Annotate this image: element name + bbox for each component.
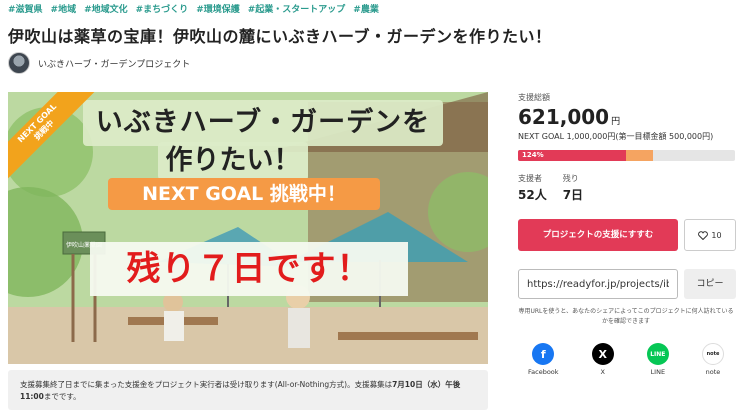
sns-label: X (600, 368, 605, 376)
funding-amount: 621,000 円 (518, 105, 736, 129)
favorite-count: 10 (711, 230, 722, 240)
progress-fill-next (625, 150, 653, 161)
tag-link[interactable]: #農業 (353, 2, 379, 15)
support-button[interactable]: プロジェクトの支援にすすむ (518, 219, 678, 251)
share-note[interactable]: note note (701, 343, 724, 376)
tag-link[interactable]: #滋賀県 (8, 2, 43, 15)
tag-link[interactable]: #環境保護 (196, 2, 240, 15)
stat-value: 52人 (518, 188, 547, 202)
funding-notice: 支援募集終了日までに集まった支援金をプロジェクト実行者は受け取ります(All-o… (8, 370, 488, 410)
heart-icon (698, 230, 709, 240)
avatar[interactable] (8, 52, 30, 74)
tag-link[interactable]: #まちづくり (136, 2, 189, 15)
sns-label: LINE (650, 368, 666, 376)
share-url-input[interactable] (518, 269, 678, 299)
tag-list: #滋賀県 #地域 #地域文化 #まちづくり #環境保護 #起業・スタートアップ … (8, 2, 379, 15)
hero-headline: いぶきハーブ・ガーデンを (83, 100, 443, 146)
amount-unit: 円 (611, 117, 621, 127)
ribbon-text: NEXT GOAL 挑戦中 (8, 92, 97, 182)
notice-text-end: までです。 (43, 392, 81, 401)
goal-text: NEXT GOAL 1,000,000円(第一目標金額 500,000円) (518, 132, 714, 141)
note-icon: note (701, 343, 724, 365)
sns-share: f Facebook X X LINE LINE note note (518, 343, 724, 376)
share-x[interactable]: X X (591, 343, 614, 376)
project-title: 伊吹山は薬草の宝庫！伊吹山の麓にいぶきハーブ・ガーデンを作りたい！ (8, 27, 552, 46)
stat-supporters: 支援者 52人 (518, 173, 547, 203)
share-row: コピー (518, 269, 736, 299)
share-facebook[interactable]: f Facebook (528, 343, 559, 376)
share-line[interactable]: LINE LINE (646, 343, 669, 376)
tag-link[interactable]: #起業・スタートアップ (248, 2, 346, 15)
stat-label: 支援者 (518, 174, 542, 183)
line-icon: LINE (646, 343, 669, 365)
hero-image: 伊吹山薬草園 いぶきハーブ・ガーデンを 作りたい！ NEXT GOAL 挑戦中！… (8, 92, 488, 364)
share-note: 専用URLを使うと、あなたのシェアによってこのプロジェクトに何人訪れているかを確… (518, 308, 734, 325)
progress-bar: 124% (518, 150, 735, 161)
stats: 支援者 52人 残り 7日 (518, 173, 736, 203)
copy-button[interactable]: コピー (684, 269, 736, 299)
hero-days-left: 残り７日です！ (90, 242, 408, 296)
stat-value: 7日 (562, 188, 584, 202)
sns-label: note (705, 368, 721, 376)
hero-headline-2: 作りたい！ (158, 142, 308, 180)
owner-name[interactable]: いぶきハーブ・ガーデンプロジェクト (38, 57, 190, 70)
funding-panel: 支援総額 621,000 円 NEXT GOAL 1,000,000円(第一目標金… (518, 92, 736, 376)
facebook-icon: f (532, 343, 555, 365)
progress-percent: 124% (522, 151, 544, 159)
x-icon: X (591, 343, 614, 365)
action-row: プロジェクトの支援にすすむ 10 (518, 219, 736, 251)
hero-next-goal: NEXT GOAL 挑戦中！ (108, 178, 380, 210)
stat-remaining: 残り 7日 (563, 173, 583, 203)
funding-label: 支援総額 (518, 93, 550, 102)
notice-text: 支援募集終了日までに集まった支援金をプロジェクト実行者は受け取ります(All-o… (20, 380, 393, 389)
stat-label: 残り (562, 174, 579, 183)
owner-info[interactable]: いぶきハーブ・ガーデンプロジェクト (8, 52, 190, 74)
sns-label: Facebook (528, 368, 559, 376)
tag-link[interactable]: #地域文化 (84, 2, 128, 15)
ribbon: NEXT GOAL 挑戦中 (8, 92, 98, 182)
amount-value: 621,000 (518, 105, 610, 129)
tag-link[interactable]: #地域 (51, 2, 77, 15)
favorite-button[interactable]: 10 (684, 219, 736, 251)
